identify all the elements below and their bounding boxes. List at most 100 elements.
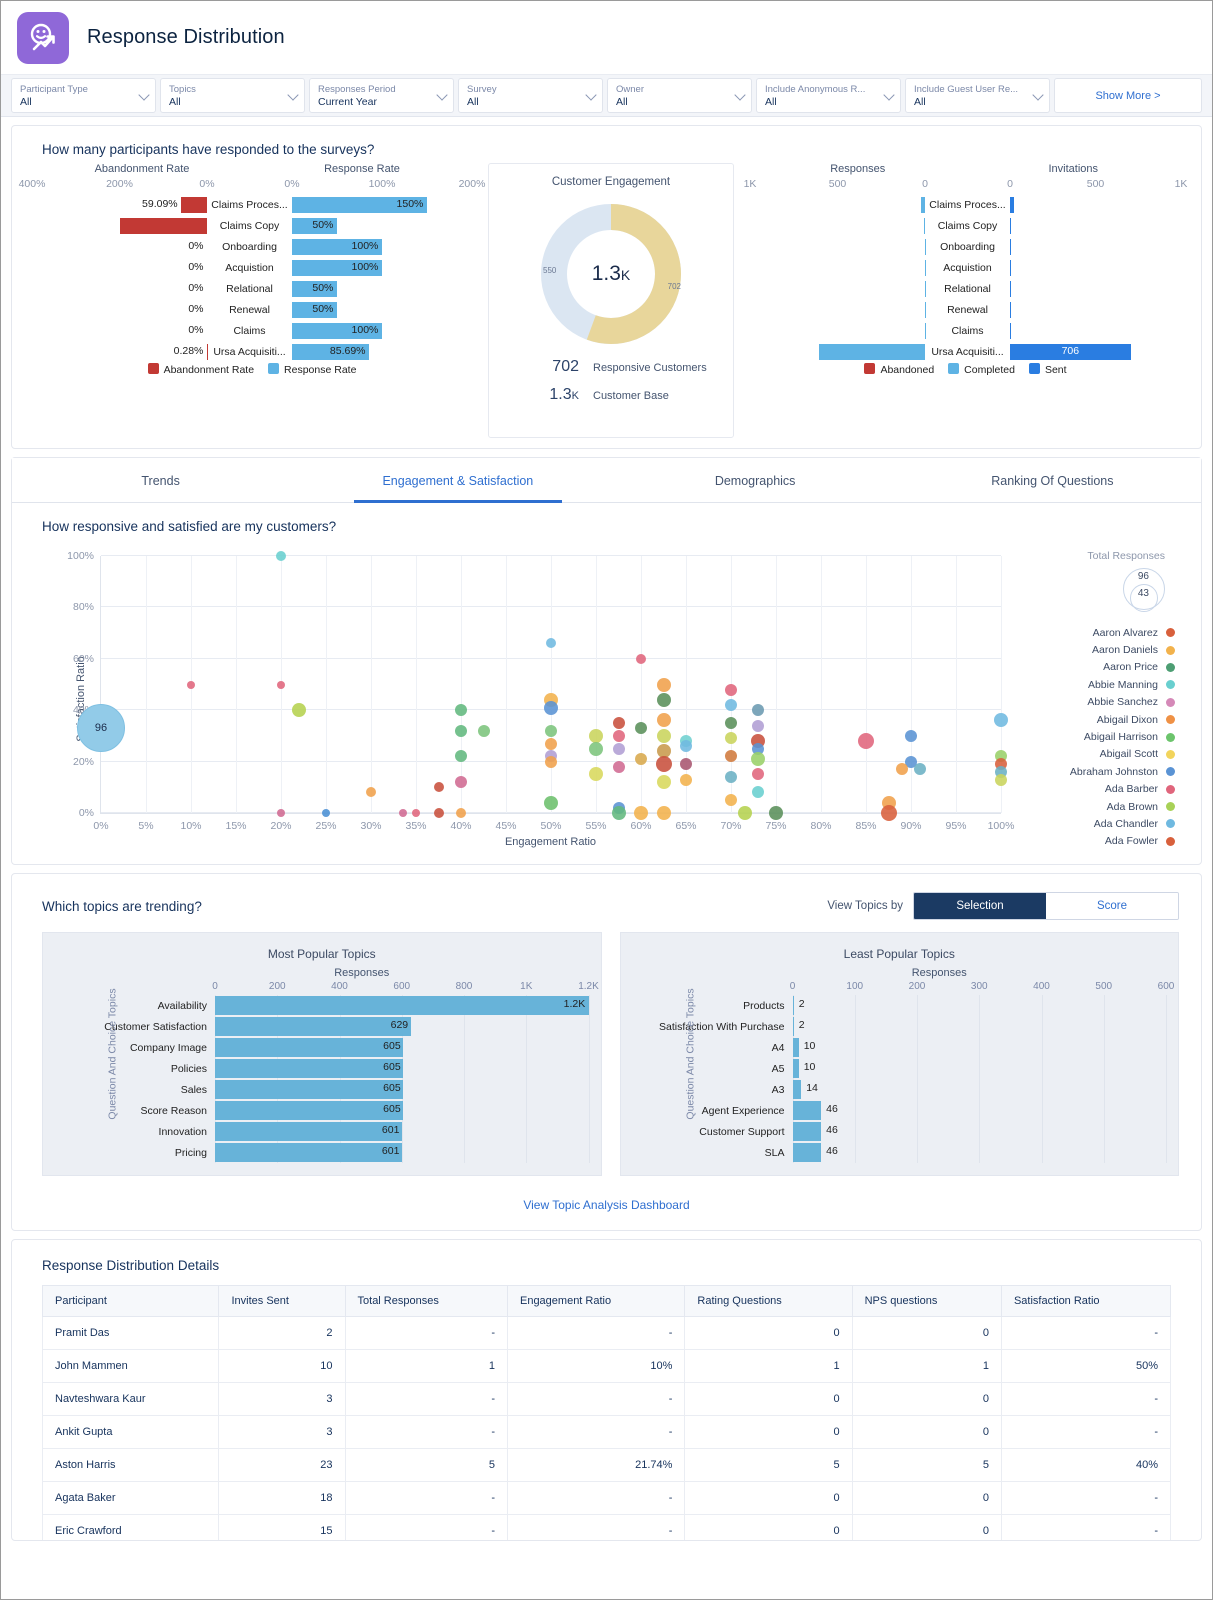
legend-entry[interactable]: Ada Barber: [1007, 781, 1187, 798]
scatter-point[interactable]: [880, 805, 897, 821]
tab-engagement-satisfaction[interactable]: Engagement & Satisfaction: [309, 458, 606, 503]
scatter-point[interactable]: [277, 809, 285, 817]
scatter-point[interactable]: [634, 806, 648, 820]
scatter-plot-area[interactable]: 0% 20% 40% 60% 80% 100% 0% 5% 10% 15% 20% 25% 30% 35%…: [67, 550, 1014, 832]
legend-entry[interactable]: Abigail Harrison: [1007, 728, 1187, 745]
filter-survey[interactable]: Survey All: [458, 78, 603, 113]
scatter-point[interactable]: [725, 683, 737, 696]
legend-entry[interactable]: Aaron Daniels: [1007, 641, 1187, 658]
filter-include-guest-user[interactable]: Include Guest User Re... All: [905, 78, 1050, 113]
scatter-point[interactable]: [322, 809, 330, 817]
scatter-point[interactable]: [612, 717, 625, 730]
scatter-point[interactable]: [769, 806, 783, 820]
filter-topics[interactable]: Topics All: [160, 78, 305, 113]
column-header[interactable]: Total Responses: [344, 1285, 508, 1317]
legend-entry[interactable]: Abraham Johnston: [1007, 763, 1187, 780]
view-topic-analysis-link[interactable]: View Topic Analysis Dashboard: [12, 1182, 1201, 1230]
scatter-point[interactable]: [545, 724, 557, 737]
tab-trends[interactable]: Trends: [12, 458, 309, 502]
scatter-point[interactable]: [292, 703, 306, 718]
scatter-point[interactable]: [455, 750, 467, 763]
scatter-point[interactable]: [656, 677, 671, 692]
column-header[interactable]: Participant: [41, 1285, 220, 1317]
legend-entry[interactable]: Abigail Dixon: [1007, 711, 1187, 728]
scatter-point[interactable]: [635, 753, 647, 766]
scatter-point[interactable]: [994, 713, 1008, 728]
scatter-point[interactable]: [636, 653, 646, 664]
scatter-point[interactable]: [545, 755, 557, 768]
scatter-point[interactable]: [680, 740, 692, 753]
scatter-point[interactable]: [545, 737, 557, 750]
filter-include-anonymous[interactable]: Include Anonymous R... All: [756, 78, 901, 113]
scatter-point[interactable]: [477, 724, 490, 737]
scatter-bubble[interactable]: 96: [77, 704, 125, 753]
scatter-point[interactable]: [680, 758, 692, 771]
legend-entry[interactable]: Aaron Price: [1007, 659, 1187, 676]
scatter-point[interactable]: [635, 722, 647, 735]
scatter-point[interactable]: [589, 741, 603, 756]
scatter-point[interactable]: [611, 806, 626, 820]
column-header[interactable]: Invites Sent: [218, 1285, 346, 1317]
column-header[interactable]: Engagement Ratio: [506, 1285, 686, 1317]
scatter-point[interactable]: [656, 728, 671, 743]
toggle-score[interactable]: Score: [1046, 893, 1178, 919]
legend-entry[interactable]: Ada Fowler: [1007, 833, 1187, 850]
scatter-point[interactable]: [914, 763, 926, 776]
scatter-point[interactable]: [544, 795, 558, 810]
scatter-point[interactable]: [751, 752, 765, 767]
scatter-point[interactable]: [725, 794, 737, 807]
filter-owner[interactable]: Owner All: [607, 78, 752, 113]
scatter-point[interactable]: [277, 680, 285, 689]
column-header[interactable]: Rating Questions: [684, 1285, 853, 1317]
legend-entry[interactable]: Abbie Manning: [1007, 676, 1187, 693]
scatter-point[interactable]: [612, 729, 625, 742]
column-header[interactable]: NPS questions: [851, 1285, 1002, 1317]
scatter-point[interactable]: [725, 732, 737, 745]
scatter-point[interactable]: [725, 699, 737, 712]
scatter-point[interactable]: [656, 692, 671, 707]
scatter-point[interactable]: [995, 773, 1007, 786]
scatter-point[interactable]: [612, 742, 625, 755]
scatter-point[interactable]: [656, 806, 671, 820]
legend-entry[interactable]: Abbie Sanchez: [1007, 694, 1187, 711]
scatter-point[interactable]: [276, 551, 286, 561]
scatter-point[interactable]: [456, 808, 466, 818]
scatter-point[interactable]: [752, 719, 764, 732]
scatter-point[interactable]: [896, 763, 908, 776]
scatter-point[interactable]: [680, 773, 692, 786]
scatter-point[interactable]: [187, 680, 195, 689]
scatter-point[interactable]: [725, 771, 737, 784]
scatter-point[interactable]: [455, 724, 467, 737]
tab-demographics[interactable]: Demographics: [607, 458, 904, 502]
scatter-point[interactable]: [398, 809, 407, 817]
scatter-point[interactable]: [546, 638, 556, 649]
scatter-point[interactable]: [455, 704, 467, 717]
scatter-point[interactable]: [656, 713, 671, 728]
scatter-point[interactable]: [737, 806, 752, 820]
scatter-point[interactable]: [858, 733, 874, 750]
scatter-point[interactable]: [656, 775, 671, 790]
filter-participant-type[interactable]: Participant Type All: [11, 78, 156, 113]
toggle-selection[interactable]: Selection: [914, 893, 1046, 919]
column-header[interactable]: Satisfaction Ratio: [1000, 1285, 1172, 1317]
scatter-point[interactable]: [725, 750, 737, 763]
scatter-point[interactable]: [366, 787, 376, 798]
details-table-scroll[interactable]: Participant Invites Sent Total Responses En…: [12, 1285, 1201, 1540]
legend-entry[interactable]: Aaron Alvarez: [1007, 624, 1187, 641]
legend-entry[interactable]: Ada Chandler: [1007, 815, 1187, 832]
scatter-point[interactable]: [752, 768, 764, 781]
scatter-point[interactable]: [752, 786, 764, 799]
scatter-point[interactable]: [433, 782, 444, 793]
scatter-point[interactable]: [412, 809, 420, 817]
scatter-point[interactable]: [612, 760, 625, 773]
scatter-point[interactable]: [752, 704, 764, 717]
scatter-point[interactable]: [905, 729, 917, 742]
legend-entry[interactable]: Abigail Scott: [1007, 746, 1187, 763]
tab-ranking-of-questions[interactable]: Ranking Of Questions: [904, 458, 1201, 502]
scatter-point[interactable]: [655, 756, 672, 773]
scatter-point[interactable]: [725, 717, 737, 730]
legend-entry[interactable]: Ada Brown: [1007, 798, 1187, 815]
scatter-point[interactable]: [589, 767, 603, 782]
show-more-button[interactable]: Show More >: [1054, 78, 1202, 113]
scatter-point[interactable]: [544, 700, 558, 715]
